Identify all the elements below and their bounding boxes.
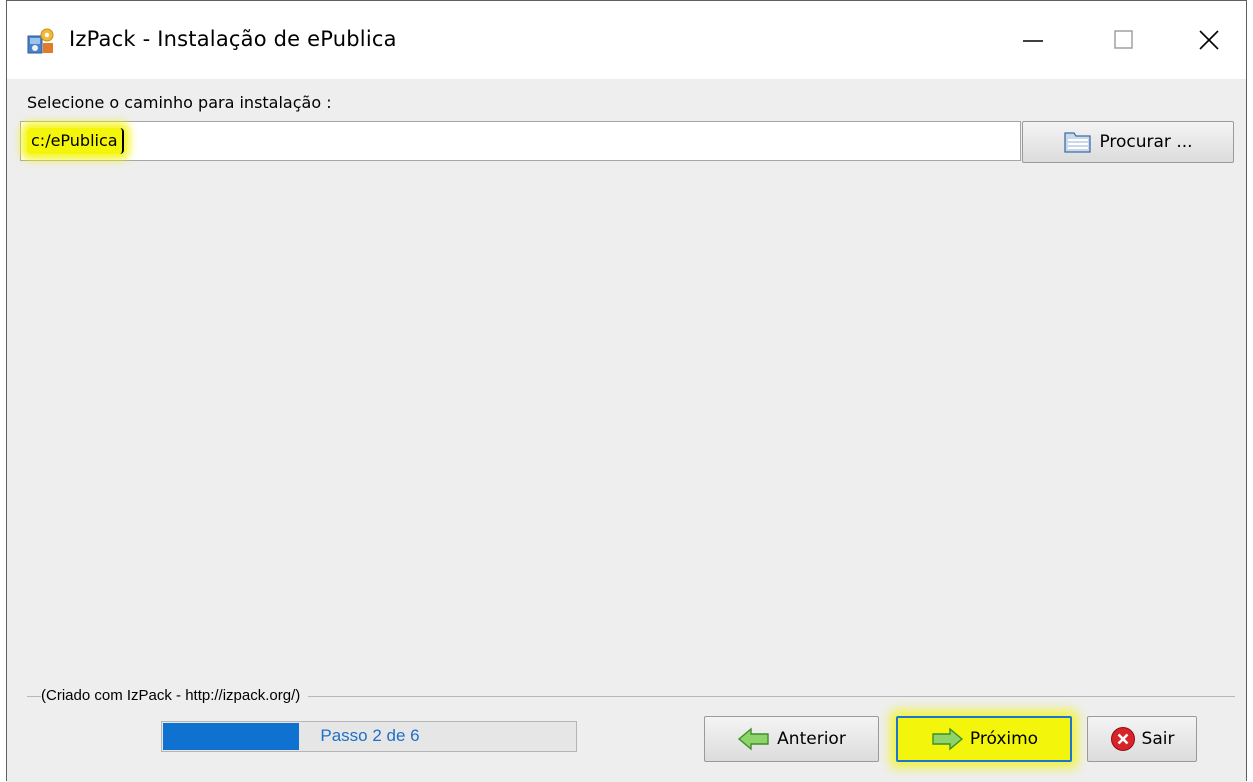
arrow-right-icon bbox=[930, 727, 964, 751]
folder-icon bbox=[1063, 129, 1093, 155]
browse-button[interactable]: Procurar ... bbox=[1022, 121, 1234, 163]
close-icon bbox=[1199, 30, 1219, 50]
izpack-app-icon bbox=[27, 27, 55, 55]
next-button[interactable]: Próximo bbox=[896, 716, 1072, 762]
footer-credit: (Criado com IzPack - http://izpack.org/) bbox=[41, 687, 309, 704]
arrow-left-icon bbox=[737, 727, 771, 751]
minimize-icon bbox=[1023, 40, 1043, 42]
title-bar: IzPack - Instalação de ePublica bbox=[7, 1, 1246, 79]
progress-text: Passo 2 de 6 bbox=[320, 726, 420, 745]
content-panel: Selecione o caminho para instalação : c:… bbox=[7, 79, 1246, 782]
maximize-button[interactable] bbox=[1096, 15, 1152, 65]
step-progress-bar: Passo 2 de 6 bbox=[161, 721, 577, 752]
install-path-value[interactable]: c:/ePublica bbox=[27, 128, 124, 154]
back-button[interactable]: Anterior bbox=[704, 716, 879, 762]
back-button-label: Anterior bbox=[777, 729, 846, 749]
quit-button-label: Sair bbox=[1141, 729, 1175, 749]
browse-button-label: Procurar ... bbox=[1099, 132, 1193, 152]
maximize-icon bbox=[1114, 30, 1133, 49]
red-x-icon bbox=[1110, 726, 1136, 752]
install-path-input[interactable]: c:/ePublica bbox=[20, 121, 1021, 161]
window-title: IzPack - Instalação de ePublica bbox=[69, 27, 397, 51]
quit-button[interactable]: Sair bbox=[1087, 716, 1197, 762]
minimize-button[interactable] bbox=[1005, 15, 1061, 65]
close-button[interactable] bbox=[1181, 15, 1237, 65]
next-button-label: Próximo bbox=[969, 729, 1039, 749]
install-path-label: Selecione o caminho para instalação : bbox=[27, 93, 332, 112]
progress-fill bbox=[163, 723, 299, 750]
installer-window: IzPack - Instalação de ePublica Selecion… bbox=[6, 0, 1247, 782]
